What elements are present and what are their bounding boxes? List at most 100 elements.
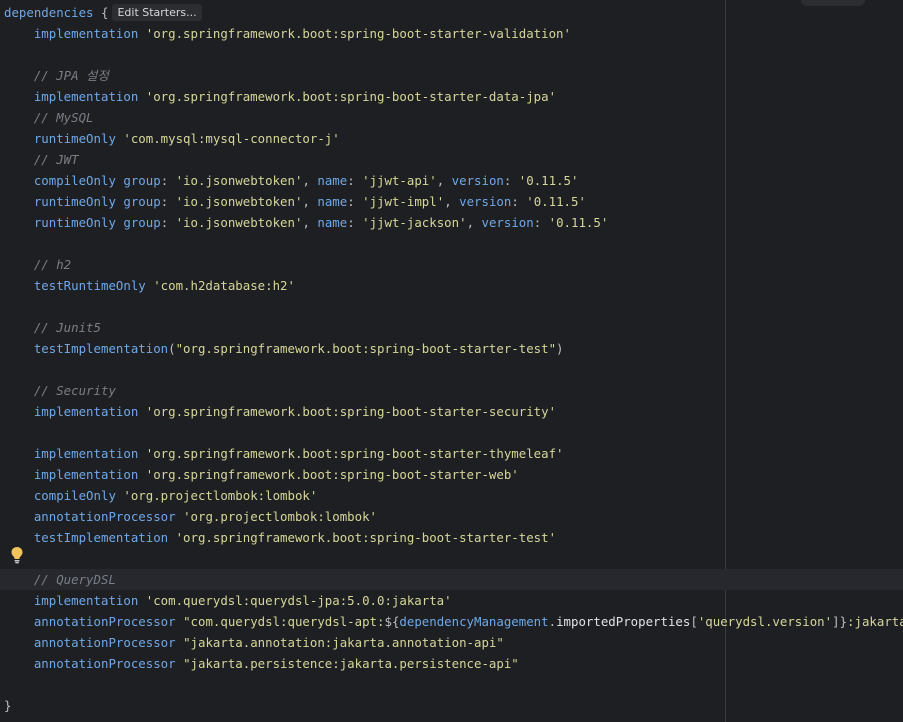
code-token-plain: } bbox=[4, 698, 12, 713]
code-token-plain: . bbox=[548, 614, 557, 629]
code-line[interactable]: // JWT bbox=[4, 149, 903, 170]
code-line[interactable]: implementation 'org.springframework.boot… bbox=[4, 23, 903, 44]
code-token-plain: : bbox=[160, 173, 176, 188]
code-token-kw: implementation bbox=[33, 26, 139, 41]
code-line[interactable] bbox=[4, 548, 903, 569]
code-token-ident: importedProperties bbox=[556, 614, 691, 629]
code-line[interactable] bbox=[4, 233, 903, 254]
code-token-cmt: // MySQL bbox=[33, 110, 94, 125]
edit-starters-button[interactable]: Edit Starters... bbox=[112, 4, 202, 21]
code-token-kw: group bbox=[123, 173, 161, 188]
code-token-kw: testRuntimeOnly bbox=[33, 278, 146, 293]
code-token-str: 'com.h2database:h2' bbox=[153, 278, 295, 293]
code-token-str: 'io.jsonwebtoken' bbox=[175, 194, 303, 209]
code-token-plain: , bbox=[302, 173, 318, 188]
code-token-str: 'com.querydsl:querydsl-jpa:5.0.0:jakarta… bbox=[145, 593, 452, 608]
code-line[interactable]: implementation 'org.springframework.boot… bbox=[4, 464, 903, 485]
code-line[interactable]: // MySQL bbox=[4, 107, 903, 128]
code-line[interactable]: testImplementation("org.springframework.… bbox=[4, 338, 903, 359]
code-token-kw: name bbox=[317, 173, 348, 188]
code-token-kw: group bbox=[123, 215, 161, 230]
code-token-plain: : bbox=[347, 215, 363, 230]
code-token-kw: compileOnly bbox=[33, 488, 116, 503]
code-line[interactable]: testImplementation 'org.springframework.… bbox=[4, 527, 903, 548]
code-token-kw: version bbox=[451, 173, 504, 188]
code-line[interactable]: compileOnly 'org.projectlombok:lombok' bbox=[4, 485, 903, 506]
code-line[interactable]: runtimeOnly group: 'io.jsonwebtoken', na… bbox=[4, 191, 903, 212]
code-token-kw: name bbox=[317, 215, 348, 230]
code-token-cmt: // Security bbox=[33, 383, 116, 398]
code-line[interactable]: runtimeOnly group: 'io.jsonwebtoken', na… bbox=[4, 212, 903, 233]
code-token-str: 'io.jsonwebtoken' bbox=[175, 215, 303, 230]
code-token-cmt: // JWT bbox=[33, 152, 79, 167]
code-token-str: 'org.springframework.boot:spring-boot-st… bbox=[145, 89, 557, 104]
code-token-kw: testImplementation bbox=[33, 341, 169, 356]
code-token-plain: : bbox=[347, 173, 363, 188]
code-line[interactable]: } bbox=[4, 695, 903, 716]
code-token-str: 'io.jsonwebtoken' bbox=[175, 173, 303, 188]
code-token-plain: , bbox=[302, 194, 318, 209]
code-line[interactable]: implementation 'org.springframework.boot… bbox=[4, 443, 903, 464]
code-line[interactable]: implementation 'org.springframework.boot… bbox=[4, 86, 903, 107]
code-token-kw: implementation bbox=[33, 404, 139, 419]
code-token-plain: : bbox=[533, 215, 549, 230]
code-token-kw: name bbox=[317, 194, 348, 209]
code-token-kw: annotationProcessor bbox=[33, 656, 176, 671]
code-token-str: 'org.springframework.boot:spring-boot-st… bbox=[145, 467, 519, 482]
code-line[interactable]: annotationProcessor "jakarta.persistence… bbox=[4, 653, 903, 674]
code-token-plain: ) bbox=[556, 341, 564, 356]
code-token-plain: : bbox=[511, 194, 527, 209]
code-token-kw: version bbox=[481, 215, 534, 230]
code-line[interactable]: // h2 bbox=[4, 254, 903, 275]
code-line[interactable]: implementation 'com.querydsl:querydsl-jp… bbox=[4, 590, 903, 611]
code-token-str2: "com.querydsl:querydsl-apt: bbox=[183, 614, 385, 629]
code-line[interactable]: // JPA 설정 bbox=[4, 65, 903, 86]
code-line[interactable]: annotationProcessor "com.querydsl:queryd… bbox=[4, 611, 903, 632]
code-token-kw: version bbox=[459, 194, 512, 209]
code-token-kw: dependencyManagement bbox=[399, 614, 549, 629]
code-token-plain: : bbox=[160, 215, 176, 230]
code-line[interactable]: annotationProcessor 'org.projectlombok:l… bbox=[4, 506, 903, 527]
code-line[interactable]: annotationProcessor "jakarta.annotation:… bbox=[4, 632, 903, 653]
code-line[interactable]: testRuntimeOnly 'com.h2database:h2' bbox=[4, 275, 903, 296]
code-line[interactable]: compileOnly group: 'io.jsonwebtoken', na… bbox=[4, 170, 903, 191]
code-line[interactable] bbox=[4, 296, 903, 317]
code-line[interactable] bbox=[4, 422, 903, 443]
code-line[interactable]: runtimeOnly 'com.mysql:mysql-connector-j… bbox=[4, 128, 903, 149]
code-token-kw: annotationProcessor bbox=[33, 509, 176, 524]
code-token-plain: : bbox=[503, 173, 519, 188]
code-editor[interactable]: dependencies {Edit Starters... implement… bbox=[0, 0, 903, 722]
code-line[interactable]: // Junit5 bbox=[4, 317, 903, 338]
code-line[interactable]: // Security bbox=[4, 380, 903, 401]
code-token-str: 'jjwt-jackson' bbox=[362, 215, 467, 230]
code-line[interactable] bbox=[4, 359, 903, 380]
code-token-str2: "jakarta.annotation:jakarta.annotation-a… bbox=[183, 635, 504, 650]
code-line[interactable]: dependencies {Edit Starters... bbox=[4, 2, 903, 23]
code-line[interactable]: // QueryDSL bbox=[0, 569, 903, 590]
code-token-plain: : bbox=[160, 194, 176, 209]
code-line[interactable] bbox=[4, 44, 903, 65]
code-token-str: 'org.springframework.boot:spring-boot-st… bbox=[175, 530, 557, 545]
code-token-plain: , bbox=[444, 194, 460, 209]
code-line[interactable]: implementation 'org.springframework.boot… bbox=[4, 401, 903, 422]
code-line[interactable] bbox=[4, 674, 903, 695]
